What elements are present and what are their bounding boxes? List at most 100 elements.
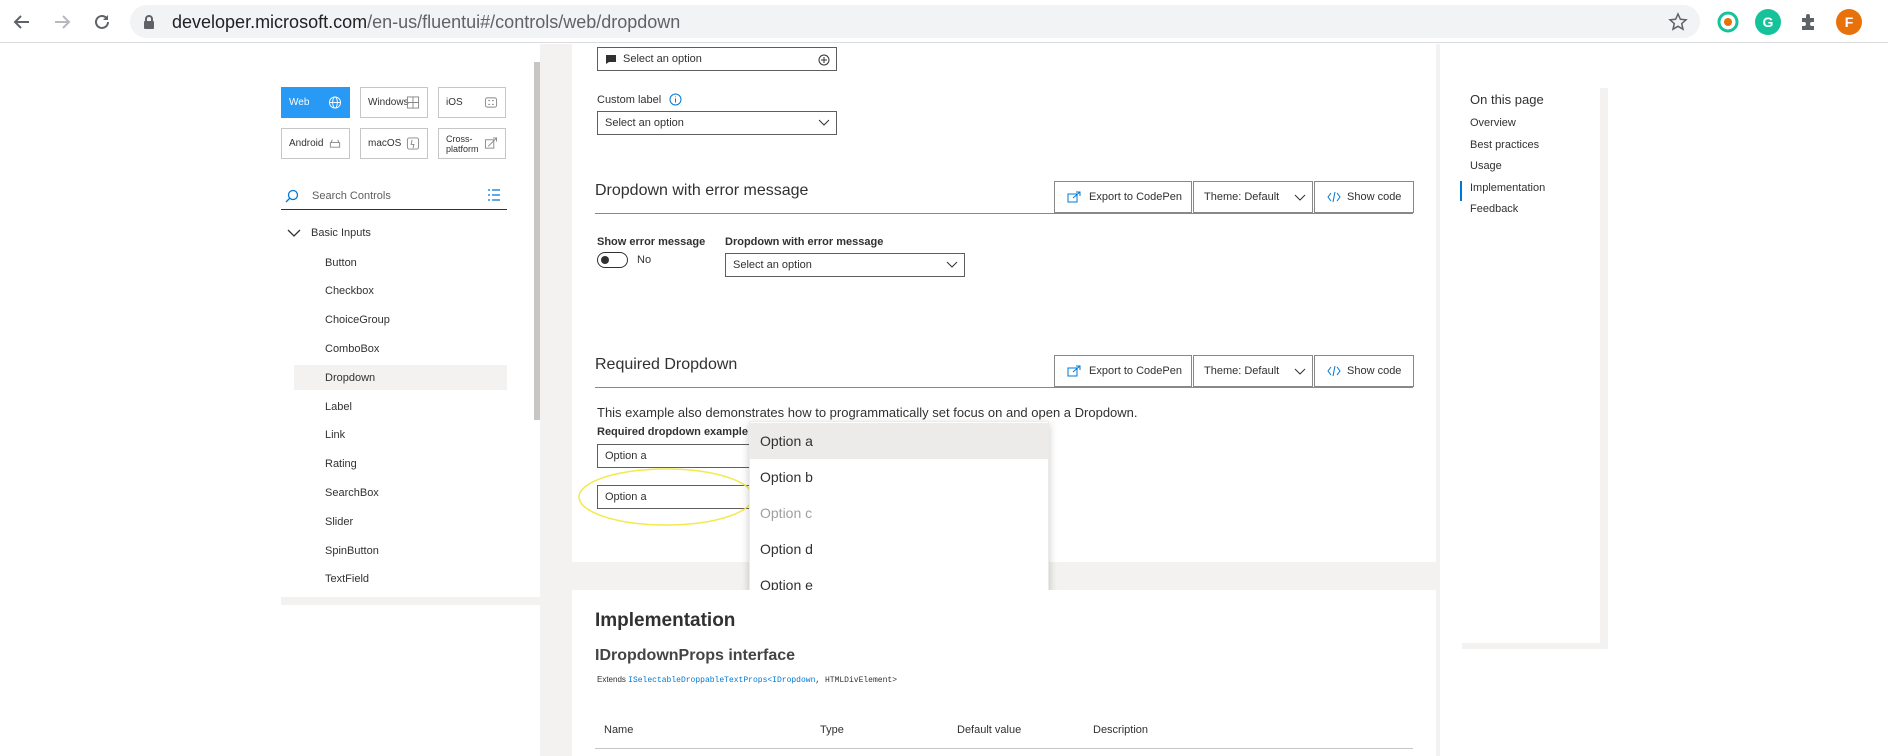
toc-item-implementation[interactable]: Implementation	[1470, 182, 1545, 194]
custom-label: Custom label	[597, 93, 682, 106]
section-divider	[595, 213, 1413, 214]
toggle-label: Show error message	[597, 236, 706, 248]
platform-windows[interactable]: Windows	[360, 87, 428, 118]
toc-item-best-practices[interactable]: Best practices	[1470, 139, 1539, 151]
forward-button[interactable]	[49, 9, 75, 35]
toc-item-overview[interactable]: Overview	[1470, 117, 1516, 129]
section-description: This example also demonstrates how to pr…	[597, 405, 1138, 420]
profile-avatar[interactable]: F	[1836, 9, 1862, 35]
reload-icon	[95, 14, 109, 29]
sidebar-item-searchbox[interactable]: SearchBox	[294, 480, 507, 505]
info-icon[interactable]	[669, 93, 682, 106]
toc-active-indicator	[1460, 180, 1462, 201]
button-label: Theme: Default	[1204, 191, 1280, 203]
sidebar-item-rating[interactable]: Rating	[294, 452, 507, 477]
sidebar-item-label[interactable]: Label	[294, 394, 507, 419]
platform-label: Web	[289, 97, 310, 108]
error-dropdown[interactable]: Select an option	[725, 253, 965, 277]
chevron-down-icon	[1294, 194, 1306, 201]
toc-scrollbar[interactable]	[1600, 88, 1608, 643]
sidebar-item-spinbutton[interactable]: SpinButton	[294, 538, 507, 563]
sidebar-item-label: ChoiceGroup	[325, 314, 390, 327]
export-icon	[1067, 365, 1081, 377]
option-label: Option b	[760, 469, 813, 485]
lock-icon	[144, 15, 154, 29]
sidebar-item-label: Label	[325, 400, 352, 413]
macos-icon	[406, 137, 420, 150]
custom-label-dropdown[interactable]: Select an option	[597, 111, 837, 135]
platform-ios[interactable]: iOS	[438, 87, 506, 118]
required-dropdown-label: Required dropdown example	[597, 426, 748, 438]
section-divider	[595, 387, 1413, 388]
filter-list-icon[interactable]	[487, 189, 501, 202]
android-icon	[329, 139, 341, 148]
extends-link[interactable]: ISelectableDroppableTextProps<IDropdown	[628, 676, 815, 685]
chevron-down-icon	[946, 261, 958, 268]
column-header-description: Description	[1093, 724, 1149, 736]
sidebar-item-dropdown[interactable]: Dropdown	[294, 365, 507, 391]
sidebar-item-label: Dropdown	[325, 371, 376, 384]
platform-label: iOS	[446, 97, 463, 108]
back-button[interactable]	[9, 9, 35, 35]
platform-web[interactable]: Web	[281, 87, 350, 118]
reload-button[interactable]	[89, 9, 115, 35]
platform-label: Cross-platform	[446, 133, 479, 154]
toggle-knob	[601, 256, 609, 264]
search-controls[interactable]: Search Controls	[281, 182, 507, 210]
grammarly-icon[interactable]: G	[1755, 9, 1781, 35]
address-bar[interactable]: developer.microsoft.com/en-us/fluentui#/…	[130, 5, 1700, 38]
dropdown-value: Option a	[605, 450, 647, 462]
sidebar-item-textfield[interactable]: TextField	[294, 567, 507, 592]
on-this-page-nav: On this page Overview Best practices Usage…	[1460, 87, 1610, 647]
sidebar-item-choicegroup[interactable]: ChoiceGroup	[294, 308, 507, 333]
platform-android[interactable]: Android	[281, 128, 350, 159]
show-code-button[interactable]: Show code	[1314, 181, 1414, 213]
extensions-puzzle-icon[interactable]	[1795, 9, 1821, 35]
sidebar-item-combobox[interactable]: ComboBox	[294, 336, 507, 361]
dropdown-value: Select an option	[605, 117, 684, 129]
export-codepen-button[interactable]: Export to CodePen	[1054, 181, 1192, 213]
extension-target-icon[interactable]	[1715, 9, 1741, 35]
nav-group-basic-inputs[interactable]: Basic Inputs	[287, 227, 371, 239]
dropdown-value: Select an option	[623, 53, 702, 65]
theme-dropdown[interactable]: Theme: Default	[1193, 355, 1313, 387]
theme-dropdown[interactable]: Theme: Default	[1193, 181, 1313, 213]
comment-icon	[606, 54, 616, 64]
icon-dropdown[interactable]: Select an option	[597, 47, 837, 71]
platform-macos[interactable]: macOS	[360, 128, 428, 159]
sidebar-item-label: SpinButton	[325, 544, 379, 557]
export-codepen-button[interactable]: Export to CodePen	[1054, 355, 1192, 387]
dropdown-option-option-a[interactable]: Option a	[750, 423, 1048, 459]
sidebar-horizontal-scrollbar[interactable]	[281, 597, 540, 605]
toc-item-feedback[interactable]: Feedback	[1470, 203, 1518, 215]
platform-label: Android	[289, 138, 324, 149]
implementation-title: Implementation	[595, 610, 736, 631]
circle-add-icon	[818, 54, 830, 66]
search-icon	[285, 189, 299, 203]
platform-cross-platform[interactable]: Cross-platform	[438, 128, 506, 159]
search-input[interactable]: Search Controls	[312, 190, 391, 202]
dropdown-option-option-d[interactable]: Option d	[750, 531, 1048, 567]
sidebar-item-checkbox[interactable]: Checkbox	[294, 279, 507, 304]
interface-title: IDropdownProps interface	[595, 647, 796, 664]
dropdown-option-option-c: Option c	[750, 495, 1048, 531]
option-label: Option d	[760, 541, 813, 557]
sidebar-item-link[interactable]: Link	[294, 423, 507, 448]
button-label: Show code	[1347, 191, 1402, 203]
windows-icon	[406, 96, 420, 109]
section-title-error: Dropdown with error message	[595, 182, 809, 199]
dropdown-option-option-b[interactable]: Option b	[750, 459, 1048, 495]
toc-horizontal-scrollbar[interactable]	[1462, 643, 1608, 649]
export-icon	[1067, 191, 1081, 203]
toc-item-usage[interactable]: Usage	[1470, 160, 1502, 172]
sidebar-item-button[interactable]: Button	[294, 250, 507, 275]
nav-group-label: Basic Inputs	[311, 227, 371, 239]
sidebar-scrollbar[interactable]	[534, 62, 540, 420]
toc-title: On this page	[1470, 92, 1544, 107]
show-error-toggle[interactable]	[597, 252, 628, 268]
button-label: Theme: Default	[1204, 365, 1280, 377]
star-icon[interactable]	[1668, 12, 1688, 32]
show-code-button[interactable]: Show code	[1314, 355, 1414, 387]
sidebar-item-slider[interactable]: Slider	[294, 509, 507, 534]
code-icon	[1327, 191, 1341, 203]
